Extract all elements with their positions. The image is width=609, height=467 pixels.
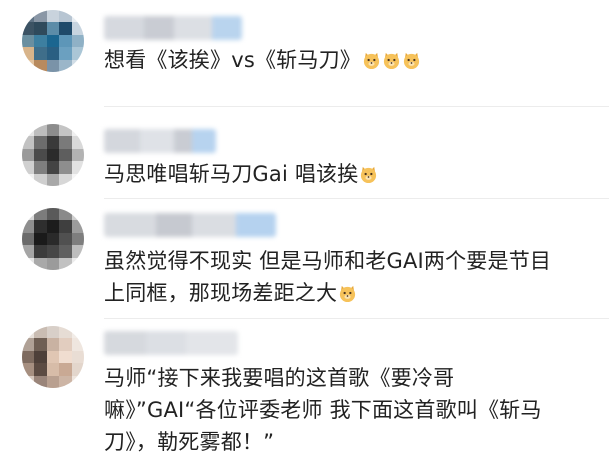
doge-emoji-icon [382,47,401,70]
comment-text: 马师“接下来我要唱的这首歌《要冷哥 嘛》”GAI“各位评委老师 我下面这首歌叫《… [104,362,542,458]
comment-text-line: 上同框，那现场差距之大 [104,281,338,305]
avatar[interactable] [22,208,84,270]
comment-text: 马思唯唱斩马刀Gai 唱该挨 [104,158,378,190]
divider [104,318,609,319]
comment-text-line: 马师“接下来我要唱的这首歌《要冷哥 [104,366,455,390]
doge-emoji-icon [362,47,381,70]
username-blurred[interactable] [104,16,242,40]
username-blurred[interactable] [104,129,216,153]
avatar[interactable] [22,10,84,72]
doge-emoji-icon [359,161,378,184]
avatar[interactable] [22,326,84,388]
username-blurred[interactable] [104,331,238,355]
comment-text-line: 马思唯唱斩马刀Gai 唱该挨 [104,162,359,186]
username-blurred[interactable] [104,213,276,237]
divider [104,106,609,107]
doge-emoji-icon [338,280,357,303]
comment-text-line: 嘛》”GAI“各位评委老师 我下面这首歌叫《斩马 [104,398,542,422]
comment-text-line: 刀》，勒死雾都！” [104,430,275,454]
divider [104,198,609,199]
comment-text: 虽然觉得不现实 但是马师和老GAI两个要是节目 上同框，那现场差距之大 [104,245,551,309]
doge-emoji-icon [402,47,421,70]
comment-text-line: 想看《该挨》vs《斩马刀》 [104,48,361,72]
avatar[interactable] [22,124,84,186]
comment-text: 想看《该挨》vs《斩马刀》 [104,44,421,76]
comment-text-line: 虽然觉得不现实 但是马师和老GAI两个要是节目 [104,249,552,273]
